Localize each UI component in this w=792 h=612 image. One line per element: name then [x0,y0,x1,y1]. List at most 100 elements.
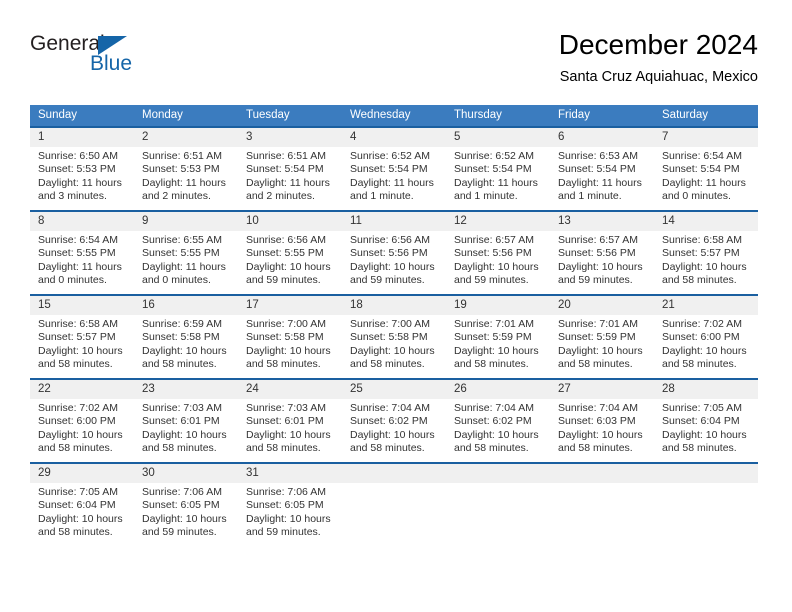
day-cell-inner: 22 Sunrise: 7:02 AM Sunset: 6:00 PM Dayligh… [30,378,134,462]
day-cell-inner [654,462,758,546]
sunset-text: Sunset: 6:00 PM [662,331,740,344]
calendar-day-cell[interactable]: 10 Sunrise: 6:56 AM Sunset: 5:55 PM Dayligh… [238,210,342,294]
sunrise-text: Sunrise: 7:02 AM [38,402,118,414]
sunrise-text: Sunrise: 7:05 AM [38,486,118,498]
calendar-day-cell[interactable]: 6 Sunrise: 6:53 AM Sunset: 5:54 PM Daylight… [550,126,654,210]
calendar-day-cell[interactable]: 31 Sunrise: 7:06 AM Sunset: 6:05 PM Dayligh… [238,462,342,546]
calendar-day-cell[interactable]: 17 Sunrise: 7:00 AM Sunset: 5:58 PM Dayligh… [238,294,342,378]
daylight-text: Daylight: 11 hours and 2 minutes. [142,176,226,203]
day-cell-inner: 9 Sunrise: 6:55 AM Sunset: 5:55 PM Daylight… [134,210,238,294]
day-number: 19 [446,296,550,315]
calendar-day-cell[interactable] [446,462,550,546]
sunset-text: Sunset: 5:53 PM [142,163,220,176]
sunrise-text: Sunrise: 7:05 AM [662,402,742,414]
calendar-day-cell[interactable]: 23 Sunrise: 7:03 AM Sunset: 6:01 PM Dayligh… [134,378,238,462]
day-number: 28 [654,380,758,399]
sunrise-text: Sunrise: 7:04 AM [350,402,430,414]
calendar-day-cell[interactable]: 11 Sunrise: 6:56 AM Sunset: 5:56 PM Dayligh… [342,210,446,294]
calendar-day-cell[interactable]: 4 Sunrise: 6:52 AM Sunset: 5:54 PM Daylight… [342,126,446,210]
page-title: December 2024 [558,29,758,60]
day-number: 14 [654,212,758,231]
sunset-text: Sunset: 5:54 PM [662,163,740,176]
day-details: Sunrise: 6:57 AM Sunset: 5:56 PM Daylight:… [550,231,654,288]
calendar-day-cell[interactable]: 3 Sunrise: 6:51 AM Sunset: 5:54 PM Daylight… [238,126,342,210]
day-details: Sunrise: 7:03 AM Sunset: 6:01 PM Daylight:… [238,399,342,456]
daylight-text: Daylight: 10 hours and 58 minutes. [38,344,123,371]
calendar-day-cell[interactable]: 1 Sunrise: 6:50 AM Sunset: 5:53 PM Daylight… [30,126,134,210]
daylight-text: Daylight: 11 hours and 1 minute. [454,176,538,203]
day-number: 12 [446,212,550,231]
calendar-day-cell[interactable]: 28 Sunrise: 7:05 AM Sunset: 6:04 PM Dayligh… [654,378,758,462]
sunset-text: Sunset: 6:01 PM [142,415,220,428]
calendar-day-cell[interactable] [654,462,758,546]
calendar-day-cell[interactable] [550,462,654,546]
day-cell-inner: 17 Sunrise: 7:00 AM Sunset: 5:58 PM Dayligh… [238,294,342,378]
general-blue-logo[interactable]: General Blue [30,32,180,88]
calendar-day-cell[interactable]: 16 Sunrise: 6:59 AM Sunset: 5:58 PM Dayligh… [134,294,238,378]
calendar-day-cell[interactable]: 5 Sunrise: 6:52 AM Sunset: 5:54 PM Daylight… [446,126,550,210]
day-details: Sunrise: 6:53 AM Sunset: 5:54 PM Daylight:… [550,147,654,204]
sunset-text: Sunset: 6:01 PM [246,415,324,428]
sunset-text: Sunset: 5:57 PM [662,247,740,260]
calendar-day-cell[interactable]: 22 Sunrise: 7:02 AM Sunset: 6:00 PM Dayligh… [30,378,134,462]
calendar-day-cell[interactable]: 13 Sunrise: 6:57 AM Sunset: 5:56 PM Dayligh… [550,210,654,294]
calendar-day-cell[interactable]: 15 Sunrise: 6:58 AM Sunset: 5:57 PM Dayligh… [30,294,134,378]
sunset-text: Sunset: 6:04 PM [662,415,740,428]
day-details: Sunrise: 6:54 AM Sunset: 5:54 PM Daylight:… [654,147,758,204]
weekday-header-monday: Monday [134,105,238,126]
sunrise-text: Sunrise: 6:57 AM [454,234,534,246]
calendar-day-cell[interactable]: 18 Sunrise: 7:00 AM Sunset: 5:58 PM Dayligh… [342,294,446,378]
sunrise-text: Sunrise: 7:06 AM [142,486,222,498]
calendar-day-cell[interactable]: 29 Sunrise: 7:05 AM Sunset: 6:04 PM Dayligh… [30,462,134,546]
daylight-text: Daylight: 10 hours and 58 minutes. [246,344,331,371]
daylight-text: Daylight: 10 hours and 58 minutes. [454,344,539,371]
sunrise-text: Sunrise: 7:03 AM [246,402,326,414]
day-number: 13 [550,212,654,231]
daylight-text: Daylight: 11 hours and 0 minutes. [38,260,122,287]
daylight-text: Daylight: 10 hours and 58 minutes. [662,344,747,371]
sunrise-text: Sunrise: 7:03 AM [142,402,222,414]
calendar-day-cell[interactable] [342,462,446,546]
calendar-day-cell[interactable]: 26 Sunrise: 7:04 AM Sunset: 6:02 PM Dayligh… [446,378,550,462]
sunset-text: Sunset: 5:55 PM [142,247,220,260]
calendar-day-cell[interactable]: 21 Sunrise: 7:02 AM Sunset: 6:00 PM Dayligh… [654,294,758,378]
calendar-day-cell[interactable]: 7 Sunrise: 6:54 AM Sunset: 5:54 PM Daylight… [654,126,758,210]
day-cell-inner: 25 Sunrise: 7:04 AM Sunset: 6:02 PM Dayligh… [342,378,446,462]
calendar-day-cell[interactable]: 27 Sunrise: 7:04 AM Sunset: 6:03 PM Dayligh… [550,378,654,462]
calendar-day-cell[interactable]: 20 Sunrise: 7:01 AM Sunset: 5:59 PM Dayligh… [550,294,654,378]
day-number: 10 [238,212,342,231]
calendar-day-cell[interactable]: 8 Sunrise: 6:54 AM Sunset: 5:55 PM Daylight… [30,210,134,294]
day-cell-inner: 19 Sunrise: 7:01 AM Sunset: 5:59 PM Dayligh… [446,294,550,378]
day-cell-inner: 20 Sunrise: 7:01 AM Sunset: 5:59 PM Dayligh… [550,294,654,378]
calendar-day-cell[interactable]: 14 Sunrise: 6:58 AM Sunset: 5:57 PM Dayligh… [654,210,758,294]
calendar-day-cell[interactable]: 19 Sunrise: 7:01 AM Sunset: 5:59 PM Dayligh… [446,294,550,378]
day-details: Sunrise: 7:04 AM Sunset: 6:02 PM Daylight:… [446,399,550,456]
day-cell-inner: 6 Sunrise: 6:53 AM Sunset: 5:54 PM Daylight… [550,126,654,210]
day-details: Sunrise: 6:56 AM Sunset: 5:56 PM Daylight:… [342,231,446,288]
sunset-text: Sunset: 5:58 PM [142,331,220,344]
calendar-day-cell[interactable]: 12 Sunrise: 6:57 AM Sunset: 5:56 PM Dayligh… [446,210,550,294]
sunrise-text: Sunrise: 6:52 AM [350,150,430,162]
sunset-text: Sunset: 5:54 PM [246,163,324,176]
sunset-text: Sunset: 5:56 PM [454,247,532,260]
calendar-day-cell[interactable]: 25 Sunrise: 7:04 AM Sunset: 6:02 PM Dayligh… [342,378,446,462]
sunset-text: Sunset: 6:05 PM [142,499,220,512]
day-cell-inner: 8 Sunrise: 6:54 AM Sunset: 5:55 PM Daylight… [30,210,134,294]
sunrise-text: Sunrise: 6:58 AM [662,234,742,246]
calendar-day-cell[interactable]: 2 Sunrise: 6:51 AM Sunset: 5:53 PM Daylight… [134,126,238,210]
day-details: Sunrise: 6:56 AM Sunset: 5:55 PM Daylight:… [238,231,342,288]
sunrise-sunset-calendar: Sunday Monday Tuesday Wednesday Thursday… [30,105,758,546]
day-cell-inner: 21 Sunrise: 7:02 AM Sunset: 6:00 PM Dayligh… [654,294,758,378]
sunset-text: Sunset: 5:54 PM [350,163,428,176]
daylight-text: Daylight: 10 hours and 58 minutes. [142,428,227,455]
day-number: 11 [342,212,446,231]
day-number: 6 [550,128,654,147]
day-cell-inner: 2 Sunrise: 6:51 AM Sunset: 5:53 PM Daylight… [134,126,238,210]
sunset-text: Sunset: 6:02 PM [350,415,428,428]
daylight-text: Daylight: 10 hours and 58 minutes. [662,260,747,287]
calendar-day-cell[interactable]: 9 Sunrise: 6:55 AM Sunset: 5:55 PM Daylight… [134,210,238,294]
sunrise-text: Sunrise: 6:54 AM [662,150,742,162]
calendar-day-cell[interactable]: 24 Sunrise: 7:03 AM Sunset: 6:01 PM Dayligh… [238,378,342,462]
day-details: Sunrise: 6:51 AM Sunset: 5:54 PM Daylight:… [238,147,342,204]
calendar-day-cell[interactable]: 30 Sunrise: 7:06 AM Sunset: 6:05 PM Dayligh… [134,462,238,546]
